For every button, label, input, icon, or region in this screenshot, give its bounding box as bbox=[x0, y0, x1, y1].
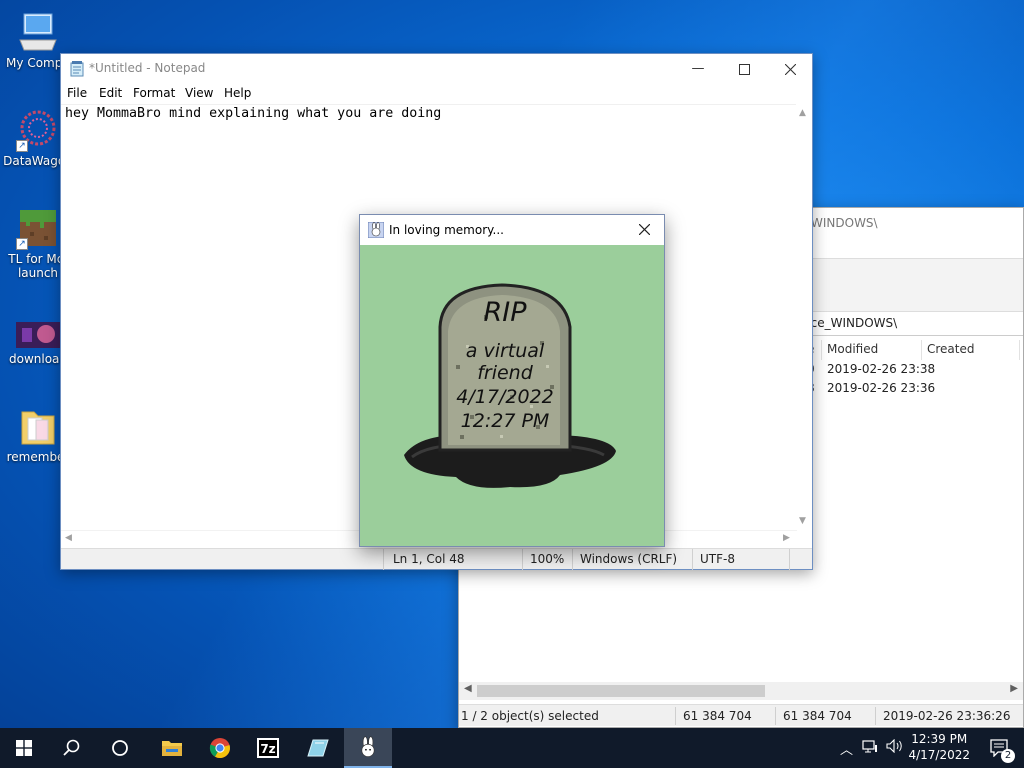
7zip-taskbar-button[interactable]: 7z bbox=[244, 728, 292, 768]
window-title: *Untitled - Notepad bbox=[89, 61, 206, 75]
shortcut-arrow-icon: ↗ bbox=[16, 140, 28, 152]
status-size-2: 61 384 704 bbox=[783, 709, 852, 723]
close-icon bbox=[638, 223, 650, 236]
search-button[interactable] bbox=[48, 728, 96, 768]
editor-text: hey MommaBro mind explaining what you ar… bbox=[65, 106, 442, 121]
file-explorer-taskbar-button[interactable] bbox=[148, 728, 196, 768]
clock[interactable]: 12:39 PM 4/17/2022 bbox=[908, 731, 970, 763]
close-icon bbox=[784, 63, 796, 76]
tombstone-line-2: a virtual bbox=[466, 340, 545, 362]
computer-icon bbox=[16, 10, 60, 54]
tombstone-rip: RIP bbox=[483, 297, 527, 328]
volume-icon[interactable] bbox=[886, 738, 904, 757]
explorer-status-bar: 1 / 2 object(s) selected 61 384 704 61 3… bbox=[459, 704, 1023, 726]
scroll-left-icon[interactable]: ◀ bbox=[65, 533, 72, 543]
maximize-icon bbox=[738, 64, 750, 75]
scroll-right-icon[interactable]: ▶ bbox=[783, 533, 790, 543]
tombstone-date: 4/17/2022 bbox=[456, 386, 553, 408]
status-date: 2019-02-26 23:36:26 bbox=[883, 709, 1011, 723]
task-view-button[interactable] bbox=[96, 728, 144, 768]
app-icon bbox=[307, 739, 329, 757]
show-hidden-icons-chevron-icon[interactable]: ︿ bbox=[840, 739, 853, 758]
selection-status: 1 / 2 object(s) selected bbox=[461, 709, 599, 723]
tombstone-image: RIP a virtual friend 4/17/2022 12:27 PM bbox=[360, 245, 664, 546]
status-size-1: 61 384 704 bbox=[683, 709, 752, 723]
column-header-modified[interactable]: Modified bbox=[827, 342, 878, 356]
dialog-titlebar[interactable]: In loving memory... bbox=[360, 215, 664, 245]
scrollbar-thumb[interactable] bbox=[477, 685, 765, 697]
menu-bar: File Edit Format View Help bbox=[61, 84, 812, 104]
cursor-position: Ln 1, Col 48 bbox=[393, 552, 465, 566]
vertical-scrollbar[interactable]: ▲ ▼ bbox=[796, 104, 812, 534]
row-modified: 2019-02-26 23:38 bbox=[827, 362, 936, 376]
bunny-app-taskbar-button[interactable] bbox=[344, 728, 392, 768]
maximize-button[interactable] bbox=[721, 54, 767, 84]
tombstone-line-3: friend bbox=[477, 362, 534, 384]
scroll-down-icon[interactable]: ▼ bbox=[799, 516, 806, 526]
column-header-created[interactable]: Created bbox=[927, 342, 975, 356]
close-button[interactable] bbox=[767, 54, 813, 84]
svg-text:7z: 7z bbox=[260, 742, 275, 756]
menu-file[interactable]: File bbox=[67, 86, 87, 100]
dialog-close-button[interactable] bbox=[632, 218, 656, 242]
scroll-right-icon[interactable]: ▶ bbox=[1010, 683, 1018, 694]
start-button[interactable] bbox=[0, 728, 48, 768]
tombstone-time: 12:27 PM bbox=[461, 410, 550, 432]
bunny-app-icon bbox=[361, 736, 375, 757]
clock-time: 12:39 PM bbox=[911, 732, 968, 746]
network-icon[interactable] bbox=[862, 739, 878, 757]
minimize-button[interactable]: — bbox=[675, 54, 721, 84]
shortcut-arrow-icon: ↗ bbox=[16, 238, 28, 250]
datawagon-icon: ↗ bbox=[16, 108, 60, 152]
search-icon bbox=[63, 739, 80, 756]
horizontal-scrollbar[interactable]: ◀ ▶ bbox=[459, 682, 1023, 700]
window-path-title: WINDOWS\ bbox=[811, 216, 878, 230]
chrome-icon bbox=[209, 738, 230, 759]
memorial-dialog[interactable]: In loving memory... RIP a virtual friend… bbox=[359, 214, 665, 547]
clock-date: 4/17/2022 bbox=[908, 748, 970, 762]
menu-view[interactable]: View bbox=[185, 86, 213, 100]
taskbar: 7z ︿ 12:39 PM 4/17/2022 2 bbox=[0, 728, 1024, 768]
zoom-level: 100% bbox=[530, 552, 565, 566]
scroll-up-icon[interactable]: ▲ bbox=[799, 108, 806, 118]
file-explorer-icon bbox=[162, 741, 182, 756]
windows-start-icon bbox=[16, 740, 32, 756]
line-ending: Windows (CRLF) bbox=[580, 552, 678, 566]
encoding: UTF-8 bbox=[700, 552, 735, 566]
app-taskbar-button[interactable] bbox=[294, 728, 342, 768]
minecraft-grass-block-icon: ↗ bbox=[16, 206, 60, 250]
task-view-icon bbox=[112, 740, 128, 756]
notepad-titlebar[interactable]: *Untitled - Notepad — bbox=[61, 54, 812, 84]
folder-icon bbox=[16, 404, 60, 448]
7zip-icon: 7z bbox=[257, 738, 279, 758]
download-image-icon bbox=[16, 320, 60, 350]
menu-edit[interactable]: Edit bbox=[99, 86, 122, 100]
notification-count-badge: 2 bbox=[1001, 749, 1015, 763]
notepad-icon bbox=[69, 61, 85, 77]
dialog-title: In loving memory... bbox=[389, 223, 504, 237]
action-center-button[interactable]: 2 bbox=[976, 728, 1024, 768]
row-modified: 2019-02-26 23:36 bbox=[827, 381, 936, 395]
bunny-app-icon bbox=[367, 221, 385, 239]
chrome-taskbar-button[interactable] bbox=[196, 728, 244, 768]
scroll-left-icon[interactable]: ◀ bbox=[464, 683, 472, 694]
menu-help[interactable]: Help bbox=[224, 86, 251, 100]
minimize-icon: — bbox=[691, 61, 705, 76]
menu-format[interactable]: Format bbox=[133, 86, 175, 100]
notepad-status-bar: Ln 1, Col 48 100% Windows (CRLF) UTF-8 bbox=[61, 548, 812, 570]
